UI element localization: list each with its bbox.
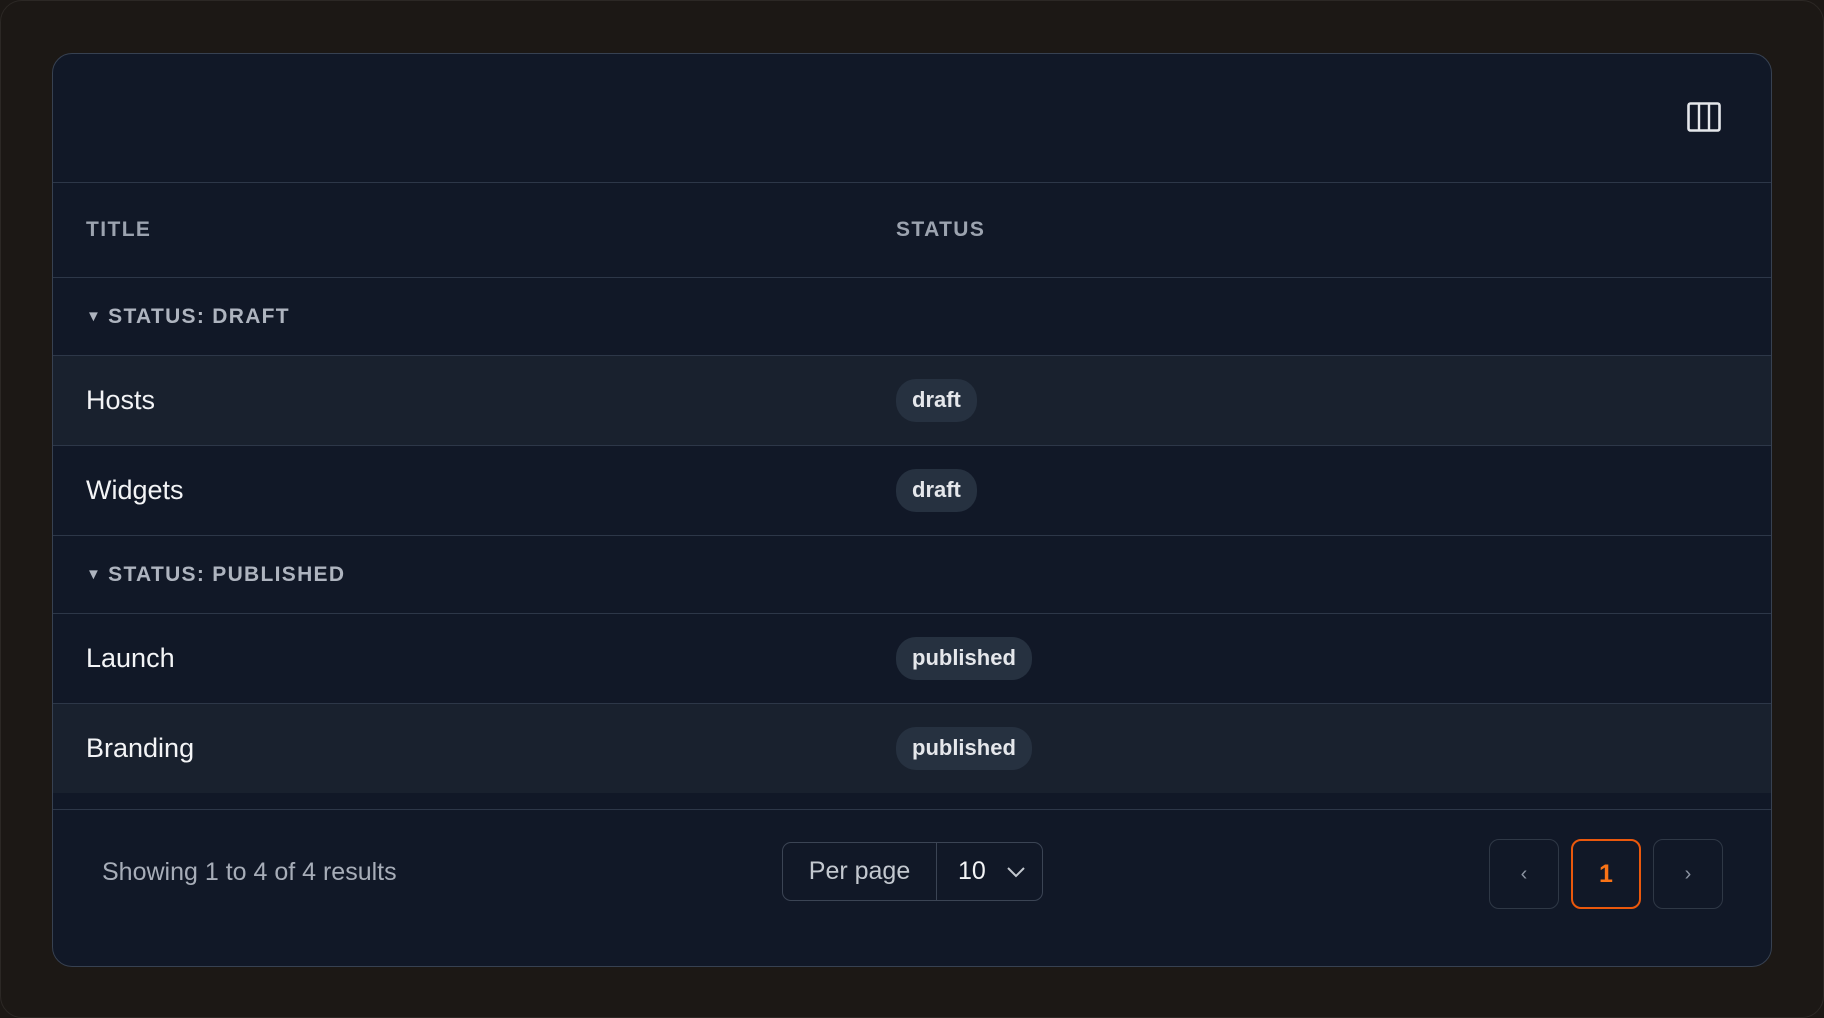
status-badge: draft [896, 469, 977, 512]
columns-toggle-button[interactable] [1687, 101, 1721, 133]
chevron-left-icon: ‹ [1520, 862, 1528, 885]
chevron-right-icon: › [1684, 862, 1692, 885]
status-badge: draft [896, 379, 977, 422]
per-page-label: Per page [783, 843, 937, 900]
page-1-button[interactable]: 1 [1571, 839, 1641, 909]
table-card: TITLE STATUS ▼ STATUS: DRAFT Hosts draft… [52, 53, 1772, 967]
next-page-button[interactable]: › [1653, 839, 1723, 909]
app-frame: TITLE STATUS ▼ STATUS: DRAFT Hosts draft… [0, 0, 1824, 1018]
group-label: STATUS: DRAFT [108, 304, 290, 328]
caret-down-icon: ▼ [86, 308, 103, 325]
columns-icon [1687, 102, 1721, 132]
pagination: ‹ 1 › [1489, 839, 1723, 909]
row-title: Launch [86, 643, 175, 673]
row-title: Widgets [86, 475, 184, 505]
group-toggle-draft[interactable]: ▼ STATUS: DRAFT [86, 305, 290, 329]
table-header: TITLE STATUS [53, 183, 1771, 278]
group-row-published: ▼ STATUS: PUBLISHED [53, 536, 1771, 614]
table-footer: Showing 1 to 4 of 4 results Per page 10 … [53, 810, 1771, 966]
row-title: Hosts [86, 385, 156, 415]
status-badge: published [896, 727, 1032, 770]
chevron-down-icon [1007, 866, 1025, 877]
group-label: STATUS: PUBLISHED [108, 562, 346, 586]
status-badge: published [896, 637, 1032, 680]
table-toolbar [53, 54, 1771, 183]
results-summary: Showing 1 to 4 of 4 results [102, 858, 397, 886]
row-title: Branding [86, 733, 195, 763]
per-page-select[interactable]: 10 [937, 843, 1042, 900]
per-page-value: 10 [958, 857, 986, 885]
column-header-title[interactable]: TITLE [86, 218, 151, 242]
prev-page-button[interactable]: ‹ [1489, 839, 1559, 909]
group-row-draft: ▼ STATUS: DRAFT [53, 278, 1771, 356]
per-page-control: Per page 10 [782, 842, 1043, 901]
table-row[interactable]: Widgets draft [53, 446, 1771, 536]
table-row[interactable]: Hosts draft [53, 356, 1771, 446]
table-bottom-divider [53, 793, 1771, 810]
group-toggle-published[interactable]: ▼ STATUS: PUBLISHED [86, 563, 345, 587]
table-row[interactable]: Launch published [53, 614, 1771, 704]
column-header-status[interactable]: STATUS [896, 218, 985, 242]
table-row[interactable]: Branding published [53, 704, 1771, 793]
page-number: 1 [1599, 859, 1613, 888]
caret-down-icon: ▼ [86, 566, 103, 583]
